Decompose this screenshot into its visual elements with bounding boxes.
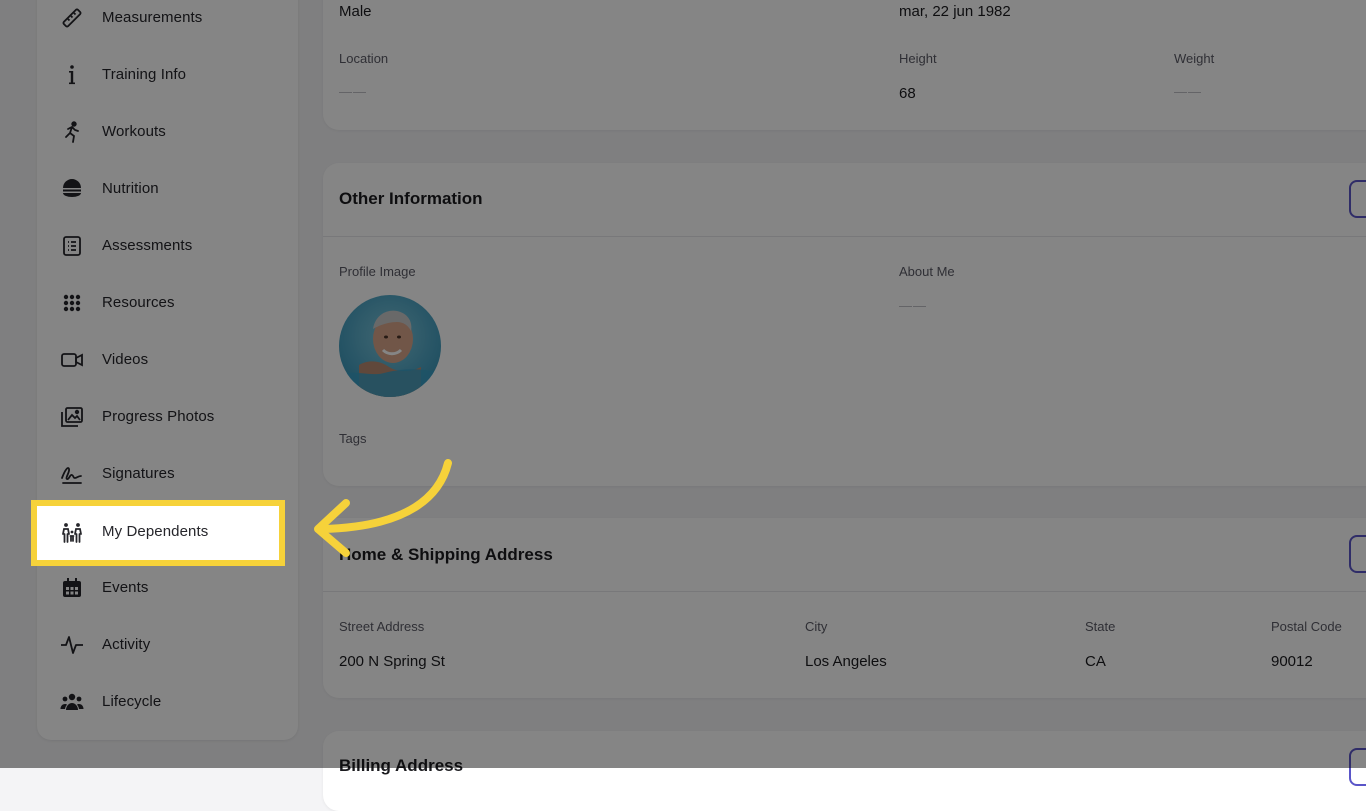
profile-image-label: Profile Image xyxy=(339,264,416,279)
sidebar-item-label: Videos xyxy=(102,351,149,368)
users-icon xyxy=(59,690,85,714)
divider xyxy=(323,591,1366,592)
video-icon xyxy=(59,348,85,372)
sidebar-item-label: Assessments xyxy=(102,237,193,254)
sidebar-item-label: Measurements xyxy=(102,9,203,26)
sidebar-item-activity[interactable]: Activity xyxy=(37,623,298,667)
calendar-icon xyxy=(59,576,85,600)
tags-label: Tags xyxy=(339,431,367,446)
edit-other-information-button[interactable] xyxy=(1349,180,1366,218)
info-icon xyxy=(59,63,85,87)
about-me-label: About Me xyxy=(899,264,955,279)
about-me-value: —— xyxy=(899,298,927,313)
food-bowl-icon xyxy=(59,177,85,201)
birthdate-value: mar, 22 jun 1982 xyxy=(899,3,1011,20)
sidebar-item-resources[interactable]: Resources xyxy=(37,281,298,325)
sidebar-item-label: Workouts xyxy=(102,123,166,140)
basic-info-card: Male mar, 22 jun 1982 Location —— Height… xyxy=(323,0,1366,130)
signature-icon xyxy=(59,462,85,486)
divider xyxy=(323,236,1366,237)
sidebar-item-events[interactable]: Events xyxy=(37,566,298,610)
ruler-icon xyxy=(59,6,85,30)
sidebar-item-label: Nutrition xyxy=(102,180,159,197)
sidebar-item-workouts[interactable]: Workouts xyxy=(37,110,298,154)
sidebar-item-lifecycle[interactable]: Lifecycle xyxy=(37,680,298,724)
running-icon xyxy=(59,120,85,144)
weight-value: —— xyxy=(1174,84,1202,99)
height-label: Height xyxy=(899,51,937,66)
edit-home-address-button[interactable] xyxy=(1349,535,1366,573)
street-address-value: 200 N Spring St xyxy=(339,653,445,670)
state-value: CA xyxy=(1085,653,1106,670)
location-value: —— xyxy=(339,84,367,99)
other-information-card: Other Information Profile Image About Me… xyxy=(323,163,1366,486)
family-icon xyxy=(59,521,85,545)
postal-code-label: Postal Code xyxy=(1271,619,1342,634)
postal-code-value: 90012 xyxy=(1271,653,1313,670)
sidebar-item-label: Signatures xyxy=(102,465,175,482)
sidebar-item-progress-photos[interactable]: Progress Photos xyxy=(37,395,298,439)
other-information-title: Other Information xyxy=(339,189,483,208)
pointer-arrow-icon xyxy=(314,459,452,557)
city-value: Los Angeles xyxy=(805,653,887,670)
sidebar-item-assessments[interactable]: Assessments xyxy=(37,224,298,268)
sidebar-item-label: Activity xyxy=(102,636,151,653)
billing-address-title: Billing Address xyxy=(339,756,464,775)
gender-value: Male xyxy=(339,3,372,20)
city-label: City xyxy=(805,619,828,634)
sidebar-item-label: Progress Photos xyxy=(102,408,215,425)
sidebar: Measurements Training Info Workouts Nutr… xyxy=(37,0,298,740)
street-address-label: Street Address xyxy=(339,619,425,634)
sidebar-item-signatures[interactable]: Signatures xyxy=(37,452,298,496)
sidebar-item-measurements[interactable]: Measurements xyxy=(37,0,298,40)
checklist-icon xyxy=(59,234,85,258)
edit-billing-address-button[interactable] xyxy=(1349,748,1366,786)
state-label: State xyxy=(1085,619,1116,634)
height-value: 68 xyxy=(899,85,916,102)
sidebar-item-label: Lifecycle xyxy=(102,693,162,710)
profile-avatar xyxy=(339,295,441,397)
grid-icon xyxy=(59,291,85,315)
sidebar-item-label: Training Info xyxy=(102,66,187,83)
location-label: Location xyxy=(339,51,389,66)
sidebar-item-label: Resources xyxy=(102,294,175,311)
sidebar-item-label: My Dependents xyxy=(102,523,209,540)
sidebar-item-videos[interactable]: Videos xyxy=(37,338,298,382)
sidebar-item-training-info[interactable]: Training Info xyxy=(37,53,298,97)
photos-icon xyxy=(59,405,85,429)
sidebar-item-label: Events xyxy=(102,579,149,596)
sidebar-item-nutrition[interactable]: Nutrition xyxy=(37,167,298,211)
pulse-icon xyxy=(59,633,85,657)
home-shipping-address-card: Home & Shipping Address Street Address 2… xyxy=(323,518,1366,698)
sidebar-item-my-dependents[interactable]: My Dependents xyxy=(31,500,285,566)
weight-label: Weight xyxy=(1174,51,1215,66)
billing-address-card: Billing Address xyxy=(323,731,1366,811)
